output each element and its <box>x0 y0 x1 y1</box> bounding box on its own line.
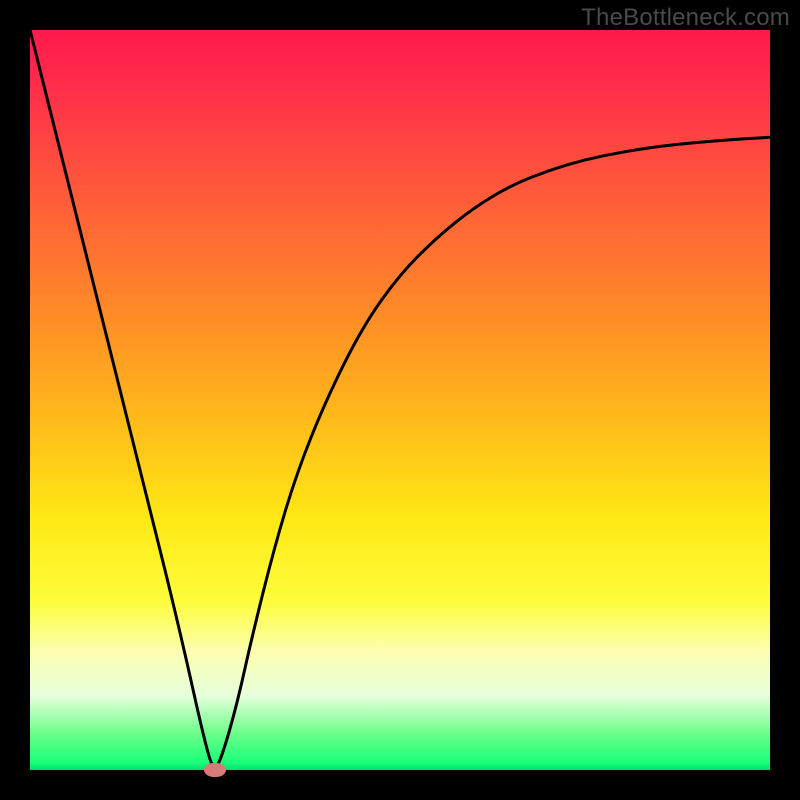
chart-curve-layer <box>30 30 770 770</box>
bottleneck-curve-path <box>30 30 770 766</box>
bottleneck-minimum-marker <box>204 763 226 777</box>
watermark-text: TheBottleneck.com <box>581 4 790 32</box>
